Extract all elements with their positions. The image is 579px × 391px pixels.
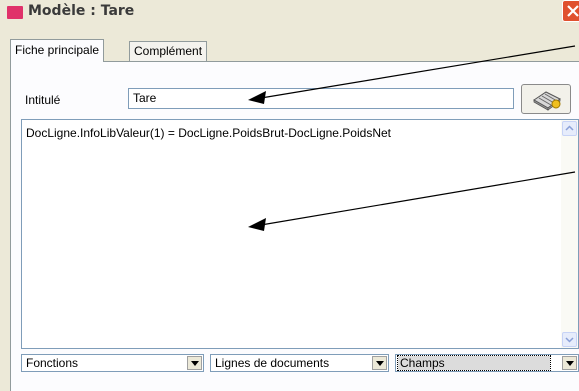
functions-dropdown-button[interactable] — [187, 356, 202, 370]
calculator-button[interactable] — [521, 84, 571, 114]
window-title: Modèle : Tare — [28, 3, 135, 19]
tab-fiche-principale[interactable]: Fiche principale — [10, 39, 105, 62]
intitule-input[interactable]: Tare — [128, 88, 514, 109]
chevron-down-icon — [565, 337, 574, 343]
fields-dropdown[interactable]: Champs — [395, 354, 579, 372]
app-icon — [7, 6, 23, 19]
document-lines-dropdown-value: Lignes de documents — [215, 356, 330, 370]
functions-dropdown[interactable]: Fonctions — [21, 354, 204, 372]
scroll-down-button[interactable] — [562, 332, 577, 347]
formula-text[interactable]: DocLigne.InfoLibValeur(1) = DocLigne.Poi… — [26, 126, 391, 140]
document-lines-dropdown-button[interactable] — [372, 356, 387, 370]
model-window: Modèle : Tare Fiche principale Complémen… — [0, 0, 579, 391]
document-lines-dropdown[interactable]: Lignes de documents — [210, 354, 389, 372]
chevron-down-icon — [191, 361, 199, 366]
chevron-up-icon — [565, 125, 574, 131]
close-icon — [567, 5, 579, 17]
scroll-up-button[interactable] — [562, 121, 577, 136]
fields-dropdown-value: Champs — [397, 355, 551, 371]
chevron-down-icon — [566, 361, 574, 366]
intitule-label: Intitulé — [25, 93, 61, 107]
tab-complement[interactable]: Complément — [129, 41, 208, 61]
functions-dropdown-value: Fonctions — [26, 356, 79, 370]
fields-dropdown-button[interactable] — [562, 356, 577, 370]
calculator-icon — [533, 91, 561, 111]
formula-editor[interactable]: DocLigne.InfoLibValeur(1) = DocLigne.Poi… — [21, 119, 579, 349]
close-button[interactable] — [562, 0, 579, 22]
editor-scrollbar[interactable] — [561, 120, 578, 348]
title-bar[interactable]: Modèle : Tare — [0, 0, 579, 24]
chevron-down-icon — [376, 361, 384, 366]
